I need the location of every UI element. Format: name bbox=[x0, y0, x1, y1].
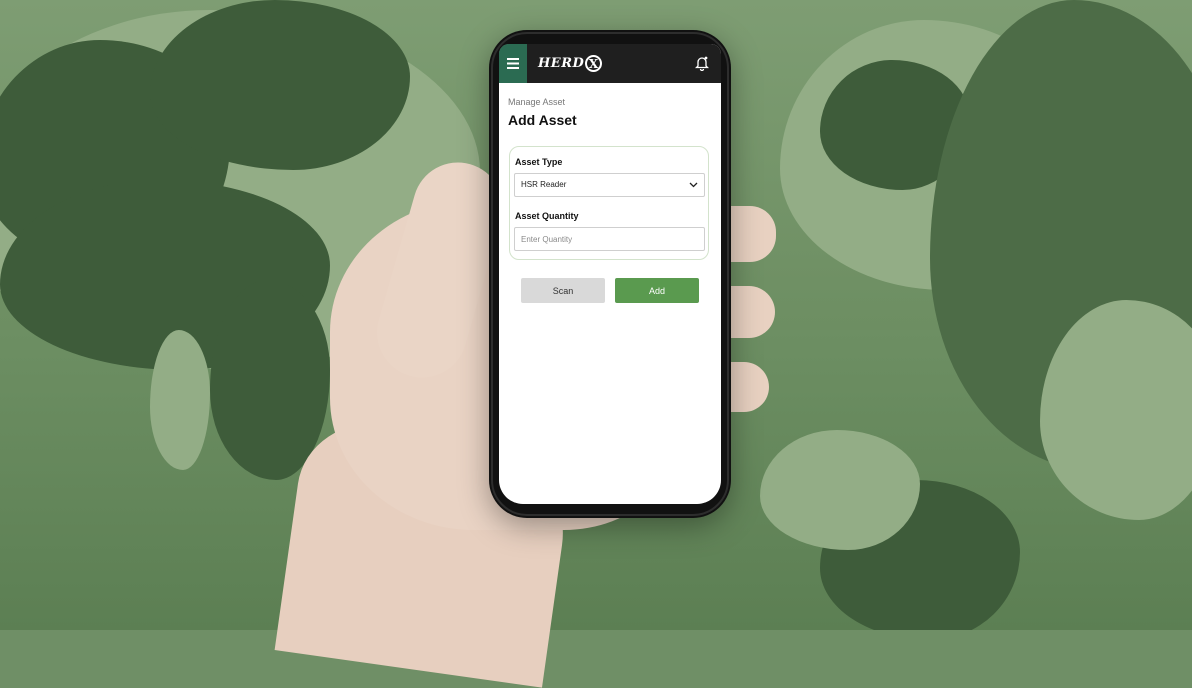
scan-button[interactable]: Scan bbox=[521, 278, 605, 303]
herdx-logo: HERD X bbox=[538, 55, 602, 72]
asset-type-label: Asset Type bbox=[515, 157, 562, 167]
asset-quantity-input[interactable] bbox=[514, 227, 705, 251]
hamburger-menu-icon[interactable] bbox=[499, 44, 527, 83]
logo-text: HERD bbox=[538, 56, 584, 71]
logo-mark: X bbox=[585, 55, 602, 72]
app-header: HERD X bbox=[499, 44, 721, 83]
add-button[interactable]: Add bbox=[615, 278, 699, 303]
asset-quantity-label: Asset Quantity bbox=[515, 211, 579, 221]
breadcrumb[interactable]: Manage Asset bbox=[508, 97, 565, 107]
asset-type-value: HSR Reader bbox=[521, 180, 566, 189]
chevron-down-icon bbox=[689, 180, 698, 189]
bell-icon[interactable] bbox=[695, 55, 709, 76]
cow-patch bbox=[150, 0, 410, 170]
phone-screen: HERD X Manage Asset Add Asset Asset Type… bbox=[499, 44, 721, 504]
page-title: Add Asset bbox=[508, 112, 577, 128]
asset-form-card: Asset Type HSR Reader Asset Quantity bbox=[509, 146, 709, 260]
asset-type-select[interactable]: HSR Reader bbox=[514, 173, 705, 197]
cow-patch bbox=[760, 430, 920, 550]
cow-leg bbox=[150, 330, 210, 470]
